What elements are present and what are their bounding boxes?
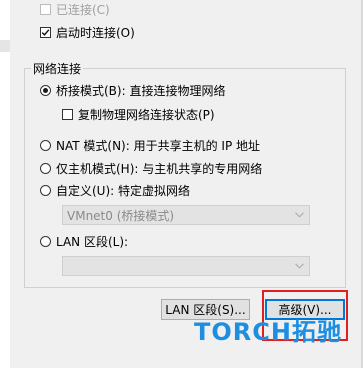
host-only-row: 仅主机模式(H): 与主机共享的专用网络: [40, 160, 262, 177]
bridged-mode-radio[interactable]: [40, 85, 51, 96]
bridged-mode-row: 桥接模式(B): 直接连接物理网络: [40, 82, 225, 99]
nat-mode-radio[interactable]: [40, 140, 51, 151]
custom-network-select-value: VMnet0 (桥接模式): [67, 208, 175, 223]
host-only-label: 仅主机模式(H): 与主机共享的专用网络: [56, 162, 263, 176]
host-only-radio[interactable]: [40, 163, 51, 174]
connect-at-power-on-label: 启动时连接(O): [56, 26, 135, 40]
connected-row: 已连接(C): [40, 1, 110, 18]
network-adapter-settings-panel: 已连接(C) 启动时连接(O) 网络连接 桥接模式(B): 直接连接物理网络 复…: [0, 0, 363, 368]
replicate-state-label: 复制物理网络连接状态(P): [78, 108, 215, 122]
custom-network-select[interactable]: VMnet0 (桥接模式): [62, 205, 310, 225]
list-selection-band: [0, 40, 10, 52]
replicate-state-checkbox[interactable]: [62, 109, 73, 120]
lan-segment-row: LAN 区段(L):: [40, 233, 128, 250]
checkmark-icon: [41, 29, 50, 36]
custom-network-row: 自定义(U): 特定虚拟网络: [40, 182, 190, 199]
watermark: TORCH拓驰: [194, 318, 342, 346]
chevron-down-icon: [295, 263, 304, 269]
left-list-strip: [0, 0, 10, 368]
replicate-state-row: 复制物理网络连接状态(P): [62, 106, 215, 123]
lan-segment-label: LAN 区段(L):: [56, 235, 129, 249]
connect-at-power-on-checkbox[interactable]: [40, 27, 51, 38]
custom-network-label: 自定义(U): 特定虚拟网络: [56, 184, 191, 198]
lan-segment-select[interactable]: [62, 256, 310, 276]
lan-segment-radio[interactable]: [40, 236, 51, 247]
network-connection-group: [24, 68, 346, 288]
connected-checkbox[interactable]: [40, 4, 51, 15]
connect-at-power-on-row: 启动时连接(O): [40, 24, 135, 41]
connected-label: 已连接(C): [56, 3, 110, 17]
network-connection-group-title: 网络连接: [31, 60, 84, 77]
nat-mode-label: NAT 模式(N): 用于共享主机的 IP 地址: [56, 139, 261, 153]
custom-network-radio[interactable]: [40, 185, 51, 196]
nat-mode-row: NAT 模式(N): 用于共享主机的 IP 地址: [40, 137, 260, 154]
chevron-down-icon: [295, 212, 304, 218]
bridged-mode-label: 桥接模式(B): 直接连接物理网络: [56, 84, 226, 98]
